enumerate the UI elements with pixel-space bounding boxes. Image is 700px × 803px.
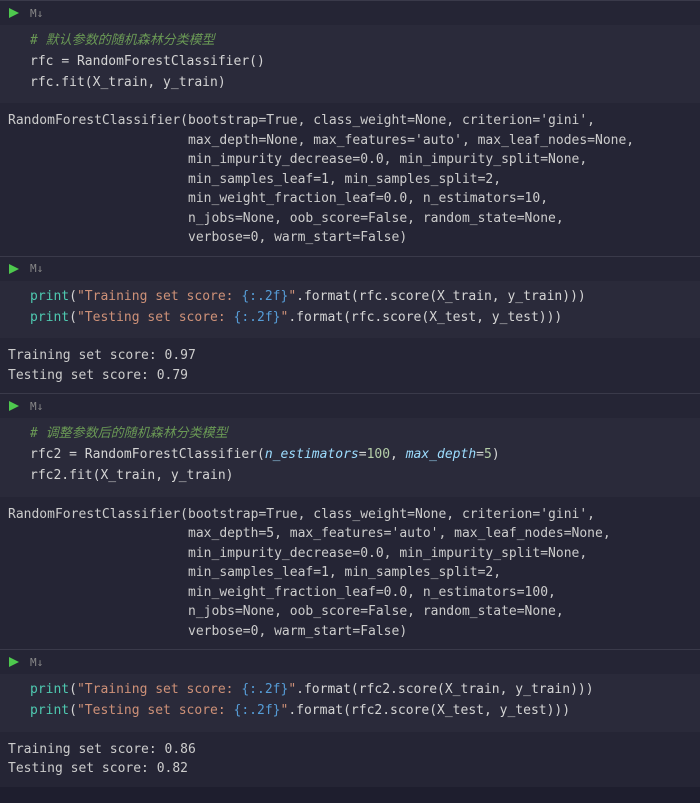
code-input[interactable]: print("Training set score: {:.2f}".forma… (0, 281, 700, 339)
run-cell-icon[interactable] (8, 7, 20, 19)
notebook-cell: M↓ print("Training set score: {:.2f}".fo… (0, 256, 700, 394)
markdown-toggle[interactable]: M↓ (30, 262, 43, 275)
code-input[interactable]: # 调整参数后的随机森林分类模型 rfc2 = RandomForestClas… (0, 418, 700, 496)
code-input[interactable]: print("Training set score: {:.2f}".forma… (0, 674, 700, 732)
markdown-toggle[interactable]: M↓ (30, 400, 43, 413)
run-cell-icon[interactable] (8, 400, 20, 412)
cell-output: RandomForestClassifier(bootstrap=True, c… (0, 497, 700, 650)
cell-header: M↓ (0, 650, 700, 674)
cell-header: M↓ (0, 257, 700, 281)
markdown-toggle[interactable]: M↓ (30, 656, 43, 669)
cell-output: Training set score: 0.97 Testing set sco… (0, 338, 700, 393)
markdown-toggle[interactable]: M↓ (30, 7, 43, 20)
notebook-cell: M↓ # 调整参数后的随机森林分类模型 rfc2 = RandomForestC… (0, 393, 700, 649)
notebook-cell: M↓ # 默认参数的随机森林分类模型 rfc = RandomForestCla… (0, 0, 700, 256)
cell-output: Training set score: 0.86 Testing set sco… (0, 732, 700, 787)
cell-header: M↓ (0, 394, 700, 418)
cell-header: M↓ (0, 1, 700, 25)
cell-output: RandomForestClassifier(bootstrap=True, c… (0, 103, 700, 256)
code-input[interactable]: # 默认参数的随机森林分类模型 rfc = RandomForestClassi… (0, 25, 700, 103)
notebook-cell: M↓ print("Training set score: {:.2f}".fo… (0, 649, 700, 787)
run-cell-icon[interactable] (8, 656, 20, 668)
run-cell-icon[interactable] (8, 263, 20, 275)
